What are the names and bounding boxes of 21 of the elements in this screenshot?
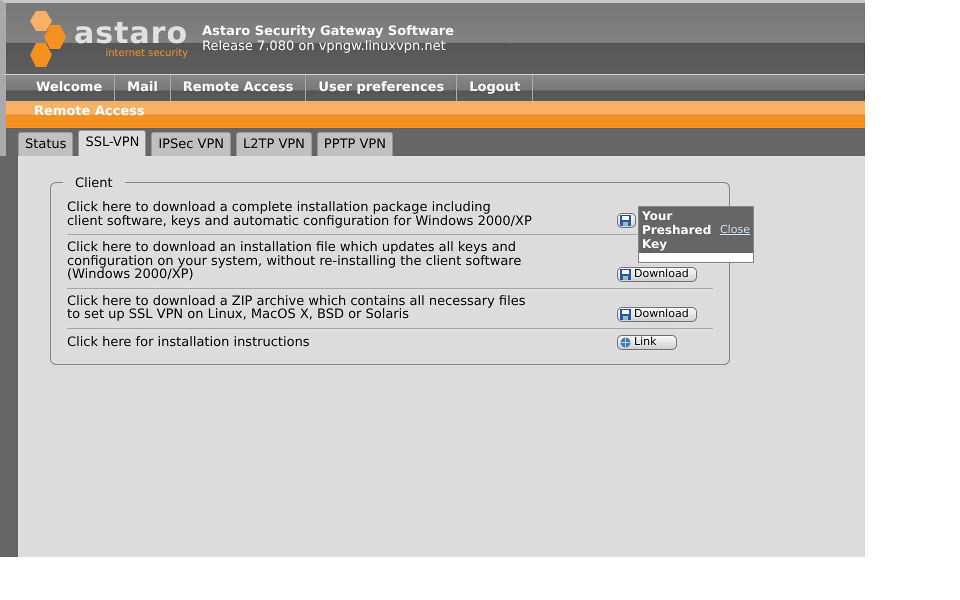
tab[interactable]: SSL-VPN [78, 130, 146, 156]
logo-wordmark: astaro [74, 18, 188, 48]
close-link[interactable]: Close [720, 222, 750, 238]
release-info: Release 7.080 on vpngw.linuxvpn.net [202, 38, 447, 54]
row-description: Click here to download an installation file which updates all keys and configuration on your system, without re-installing the client software (Windows 2000/XP) [67, 241, 522, 282]
popup-title: Your Preshared Key [642, 209, 712, 251]
section-title: Remote Access [34, 103, 145, 122]
app-title: Astaro Security Gateway Software [202, 24, 454, 38]
link-button[interactable]: Link [617, 334, 677, 350]
row-description: Click here to download a ZIP archive which contains all necessary files to set up SSL VPN on Linux, MacOS X, BSD or Solaris [67, 294, 526, 322]
globe-icon [620, 336, 631, 348]
row-description: Click here to download a complete installation package including client software, keys and automatic configuration for Windows 2000/XP [67, 201, 532, 228]
tab[interactable]: Status [18, 132, 74, 156]
tab[interactable]: L2TP VPN [236, 132, 312, 156]
tab[interactable]: IPSec VPN [151, 132, 232, 156]
download-button[interactable]: Download [617, 266, 697, 282]
row-description: Click here for installation instructions [67, 336, 310, 350]
download-button[interactable]: Download [617, 306, 697, 322]
logo-tagline: internet security [104, 48, 188, 58]
download-button[interactable] [617, 213, 636, 228]
tab[interactable]: PPTP VPN [316, 132, 393, 156]
